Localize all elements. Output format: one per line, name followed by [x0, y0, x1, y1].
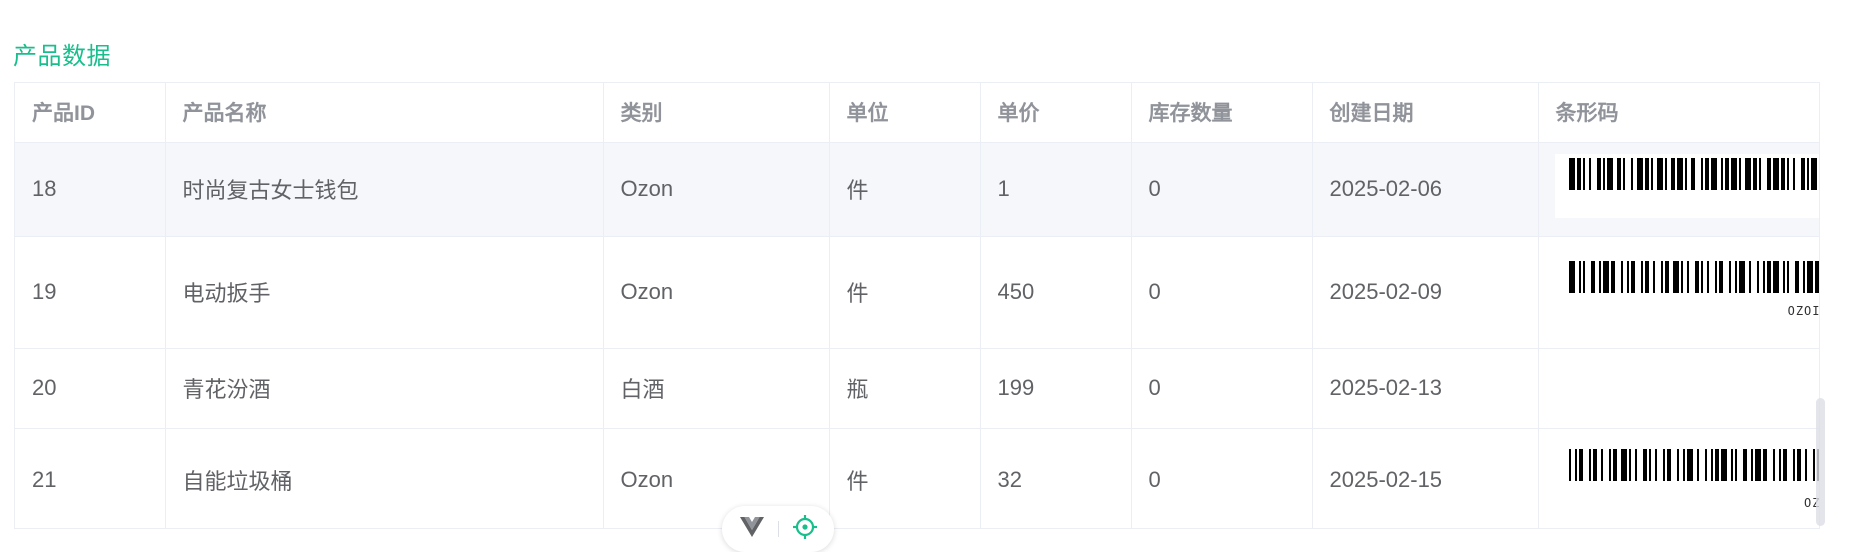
column-header-price[interactable]: 单价 [980, 83, 1132, 143]
section-title: 产品数据 [13, 43, 111, 70]
cell-date: 2025-02-15 [1312, 428, 1539, 528]
cell-date: 2025-02-09 [1312, 236, 1539, 349]
column-header-name[interactable]: 产品名称 [165, 83, 604, 143]
cell-name: 时尚复古女士钱包 [165, 142, 604, 237]
table-row[interactable]: 20 青花汾酒 白酒 瓶 199 0 2025-02-13 [15, 348, 1819, 429]
crosshair-icon[interactable] [792, 514, 817, 544]
cell-id: 21 [15, 428, 166, 528]
cell-price: 199 [980, 348, 1132, 429]
column-header-stock[interactable]: 库存数量 [1131, 83, 1313, 143]
table-row[interactable]: 21 自能垃圾桶 Ozon 件 32 0 2025-02-15 OZ [15, 428, 1819, 528]
cell-category: 白酒 [603, 348, 830, 429]
cell-stock: 0 [1131, 348, 1313, 429]
barcode-image [1554, 257, 1819, 321]
barcode-bars [1568, 261, 1819, 293]
table-row[interactable]: 18 时尚复古女士钱包 Ozon 件 1 0 2025-02-06 [15, 142, 1819, 237]
cell-category: Ozon [603, 142, 830, 237]
cell-name: 电动扳手 [165, 236, 604, 349]
column-header-barcode[interactable]: 条形码 [1538, 83, 1819, 143]
cell-name: 自能垃圾桶 [165, 428, 604, 528]
barcode-bars [1568, 158, 1817, 190]
cell-barcode [1538, 142, 1819, 237]
cell-id: 20 [15, 348, 166, 429]
cell-price: 450 [980, 236, 1132, 349]
devtools-floating-toolbar[interactable] [722, 506, 834, 552]
barcode-label: OZOI [1787, 303, 1820, 318]
cell-unit: 瓶 [829, 348, 981, 429]
table-header-row: 产品ID 产品名称 类别 单位 单价 库存数量 创建日期 条形码 [15, 83, 1819, 143]
column-header-id[interactable]: 产品ID [15, 83, 166, 143]
cell-stock: 0 [1131, 428, 1313, 528]
cell-name: 青花汾酒 [165, 348, 604, 429]
cell-price: 1 [980, 142, 1132, 237]
cell-stock: 0 [1131, 142, 1313, 237]
cell-unit: 件 [829, 428, 981, 528]
barcode-bars [1568, 449, 1819, 481]
table-row[interactable]: 19 电动扳手 Ozon 件 450 0 2025-02-09 OZOI [15, 236, 1820, 349]
column-header-date[interactable]: 创建日期 [1312, 83, 1539, 143]
column-header-category[interactable]: 类别 [603, 83, 830, 143]
barcode-image [1554, 154, 1819, 218]
toolbar-divider [777, 521, 779, 537]
cell-id: 19 [15, 236, 166, 349]
cell-barcode [1538, 348, 1819, 429]
cell-date: 2025-02-13 [1312, 348, 1539, 429]
column-header-unit[interactable]: 单位 [829, 83, 981, 143]
vue-logo-icon[interactable] [739, 516, 764, 542]
cell-price: 32 [980, 428, 1132, 528]
cell-barcode: OZOI [1538, 236, 1820, 349]
cell-unit: 件 [829, 236, 981, 349]
cell-category: Ozon [603, 236, 830, 349]
cell-barcode: OZ [1538, 428, 1819, 528]
cell-stock: 0 [1131, 236, 1313, 349]
product-table: 产品ID 产品名称 类别 单位 单价 库存数量 创建日期 条形码 18 时尚复古… [14, 82, 1820, 529]
cell-date: 2025-02-06 [1312, 142, 1539, 237]
barcode-image [1554, 445, 1819, 509]
cell-unit: 件 [829, 142, 981, 237]
cell-id: 18 [15, 142, 166, 237]
vertical-scrollbar[interactable] [1816, 398, 1825, 526]
